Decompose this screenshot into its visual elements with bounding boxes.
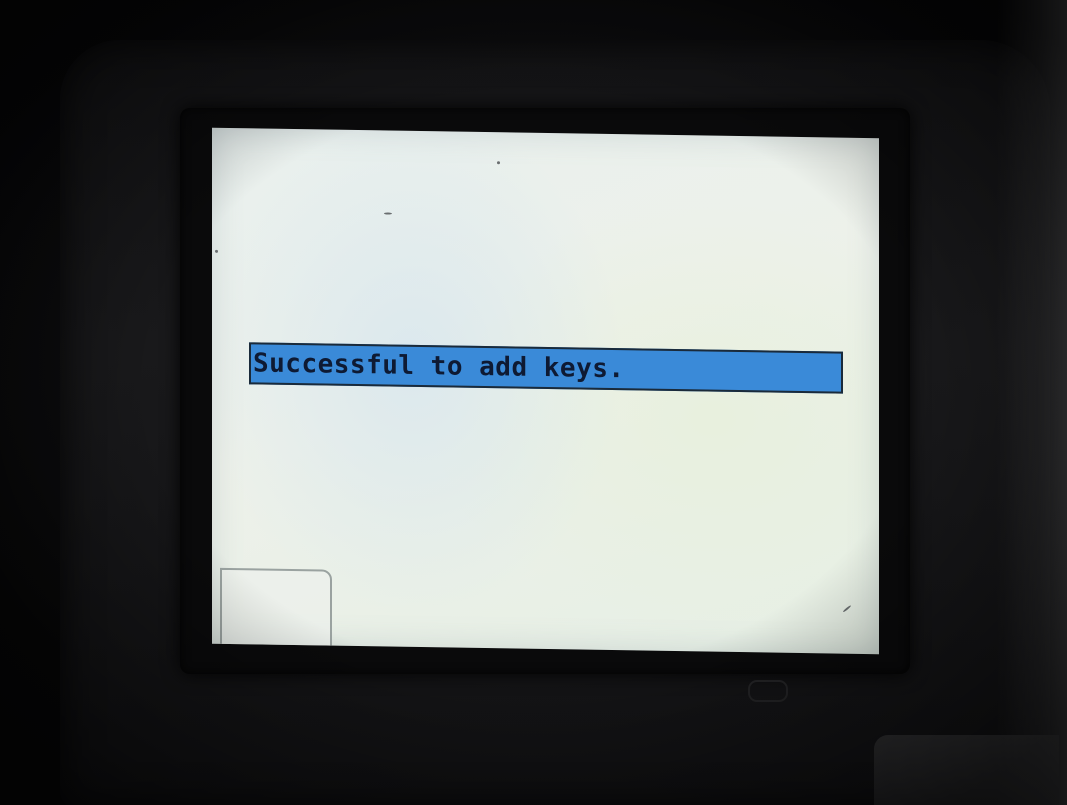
- status-message-bar: Successful to add keys.: [249, 342, 843, 394]
- bezel-logo: [748, 680, 788, 702]
- dust-speck: [215, 249, 218, 253]
- lcd-screen: Successful to add keys.: [212, 127, 879, 655]
- dust-speck: [842, 604, 852, 613]
- dust-speck: [497, 161, 500, 165]
- device-edge: [997, 0, 1067, 805]
- status-message: Successful to add keys.: [253, 348, 625, 385]
- dust-speck: [384, 212, 392, 215]
- corner-panel: [220, 567, 332, 655]
- photo: Successful to add keys.: [0, 0, 1067, 805]
- device-stand: [874, 735, 1059, 805]
